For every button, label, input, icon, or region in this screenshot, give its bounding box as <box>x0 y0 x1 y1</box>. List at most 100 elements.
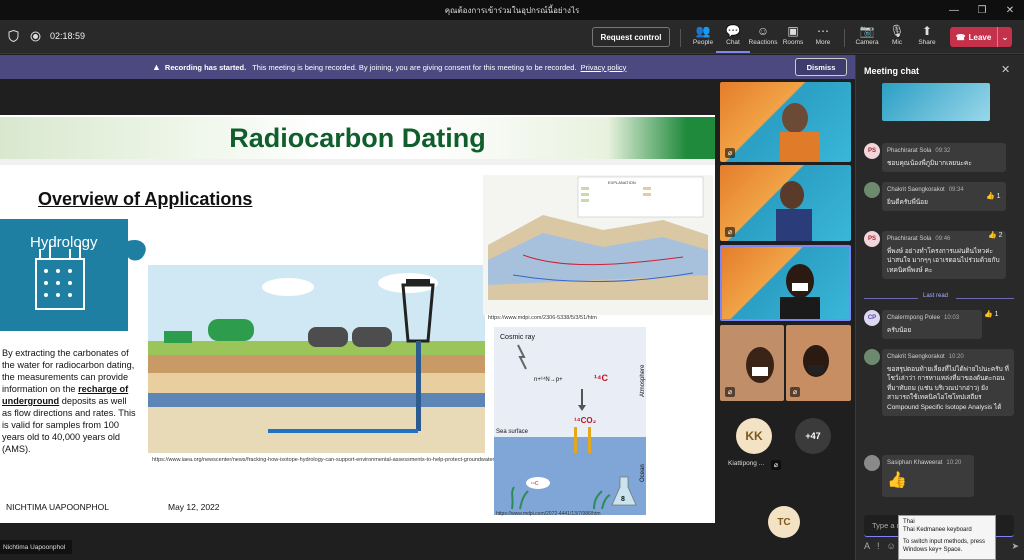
chat-header: Meeting chat <box>864 66 920 76</box>
rooms-label: Rooms <box>782 39 804 46</box>
share-label: Share <box>918 39 936 46</box>
chat-message: PS Phachirarat Sola 09:46 พี่พงษ์ อย่างทำ… <box>864 231 1014 279</box>
cosmic-ray-label: Cosmic ray <box>500 334 536 341</box>
like-reaction[interactable]: 👍 1 <box>986 192 1001 200</box>
phone-hangup-icon: ☎ <box>955 32 966 42</box>
participant-avatar-kk[interactable]: KK <box>736 418 772 454</box>
send-icon[interactable]: ➤ <box>1011 541 1019 552</box>
participant-video-tile[interactable]: ⌀ <box>786 325 851 401</box>
recording-consent-text: This meeting is being recorded. By joini… <box>252 62 577 72</box>
more-button[interactable]: ⋯ More <box>806 23 840 53</box>
more-participants-button[interactable]: +47 <box>795 418 831 454</box>
tooltip-keyboard: Thai Kedmanee keyboard <box>903 527 972 533</box>
message-text: ยินดีครับพี่น้อย <box>887 198 928 206</box>
sender-name: Sasiphan Khaweerat <box>887 460 943 466</box>
iaea-caption: https://www.iaea.org/newscenter/news/fra… <box>152 457 495 463</box>
recording-banner: ▲ Recording has started. This meeting is… <box>0 55 855 79</box>
avatar[interactable] <box>864 455 880 471</box>
dismiss-button[interactable]: Dismiss <box>795 58 847 76</box>
chat-message: PS Phachirarat Sola 09:32 ชอบคุณน้องพี่ภู… <box>864 143 1014 172</box>
shared-image-thumbnail[interactable] <box>882 83 990 121</box>
exclamation-icon[interactable]: ! <box>877 541 880 552</box>
request-control-button[interactable]: Request control <box>592 27 670 47</box>
message-time: 09:34 <box>948 187 964 193</box>
shared-screen-stage: Radiocarbon Dating Overview of Applicati… <box>0 79 718 544</box>
mdpi-cycle-caption: https://www.mdpi.com/2072-4441/13/7/986/… <box>496 511 601 517</box>
message-text: พี่พงษ์ อย่างทำโครงการแผ่นดินไหวค่ะ น่าส… <box>887 247 1000 274</box>
input-method-tooltip: Thai Thai Kedmanee keyboard To switch in… <box>898 515 996 560</box>
sender-name: Phachirarat Sola <box>887 148 932 154</box>
message-bubble[interactable]: Chakrit Saengkorakot 10:20 ขอสรุปตอนท้ายเ… <box>882 349 1014 416</box>
chat-label: Chat <box>726 39 740 46</box>
maximize-button[interactable]: ❐ <box>968 0 996 20</box>
close-window-button[interactable]: ✕ <box>996 0 1024 20</box>
chat-icon: 💬 <box>725 24 741 38</box>
shield-icon[interactable] <box>6 29 20 43</box>
mic-off-icon: ⌀ <box>771 460 781 470</box>
reactions-button[interactable]: ☺ Reactions <box>746 23 780 53</box>
mic-off-icon: ⌀ <box>725 227 735 237</box>
c14-label: ¹⁴C <box>594 373 608 383</box>
more-label: More <box>815 39 831 46</box>
participant-video-column: ⌀ ⌀ ⌀ ⌀ KK Kiattipong ... ⌀ +47 TC <box>718 79 855 560</box>
close-icon[interactable]: ✕ <box>1001 63 1010 76</box>
participant-video-tile-active-speaker[interactable] <box>720 245 851 321</box>
camera-button[interactable]: 📷 Camera <box>850 23 884 53</box>
participant-video <box>780 264 820 319</box>
fish-c14-label: ¹⁴C <box>531 481 539 487</box>
chevron-down-icon[interactable]: ⌄ <box>998 33 1012 42</box>
record-icon <box>28 29 42 43</box>
emoji-icon[interactable]: ☺ <box>887 541 896 552</box>
chat-message: Chakrit Saengkorakot 10:20 ขอสรุปตอนท้ายเ… <box>864 349 1014 439</box>
format-icon[interactable]: A <box>864 541 870 552</box>
sender-name: Phachirarat Sola <box>887 236 932 242</box>
sender-name: Chalermpong Polee <box>887 315 941 321</box>
tooltip-language: Thai <box>903 519 915 525</box>
message-bubble[interactable]: Sasiphan Khaweerat 10:20 👍 <box>882 455 974 497</box>
message-time: 09:46 <box>935 236 951 242</box>
more-icon: ⋯ <box>817 24 829 38</box>
message-time: 10:20 <box>946 460 962 466</box>
mic-off-icon: ⌀ <box>725 148 735 158</box>
participant-video-tile[interactable]: ⌀ <box>720 82 851 162</box>
message-text: ชอบคุณน้องพี่ภูมิมากเลยนะคะ <box>887 159 972 167</box>
chat-button[interactable]: 💬 Chat <box>716 23 750 53</box>
hydrology-puzzle-graphic: Hydrology <box>0 219 146 331</box>
last-read-divider: Last read <box>864 293 1014 303</box>
minimize-button[interactable]: — <box>940 0 968 20</box>
chat-message: CP Chalermpong Polee 10:03 ครับน้อย 👍 1 <box>864 310 1014 339</box>
participant-video-tile[interactable]: ⌀ <box>720 165 851 241</box>
presenter-name-chip: Nichtima Uapoonphol <box>0 540 72 554</box>
overview-heading: Overview of Applications <box>38 189 253 209</box>
ocean-label: Ocean <box>640 464 646 482</box>
carbon14-cycle-diagram: Cosmic ray n+¹⁴N→p+ ¹⁴C ¹⁴CO₂ Sea surfac… <box>494 327 646 515</box>
mic-label: Mic <box>891 39 903 46</box>
message-bubble[interactable]: Phachirarat Sola 09:32 ชอบคุณน้องพี่ภูมิม… <box>882 143 1006 172</box>
people-button[interactable]: 👥 People <box>686 23 720 53</box>
reactions-icon: ☺ <box>756 24 770 38</box>
participant-video-tile[interactable]: ⌀ <box>720 325 784 401</box>
privacy-policy-link[interactable]: Privacy policy <box>581 63 627 72</box>
co2-label: ¹⁴CO₂ <box>574 416 597 425</box>
flask-number: 8 <box>621 496 625 503</box>
participant-avatar-tc[interactable]: TC <box>768 506 800 538</box>
avatar[interactable]: PS <box>864 143 880 159</box>
like-reaction[interactable]: 👍 1 <box>984 310 999 318</box>
rooms-button[interactable]: ▣ Rooms <box>776 23 810 53</box>
avatar[interactable] <box>864 349 880 365</box>
aquifer-diagram: EXPLANATION <box>483 175 713 315</box>
mic-button[interactable]: 🎙 Mic <box>880 23 914 53</box>
mic-off-icon: ⌀ <box>725 387 735 397</box>
slide-footer-name: NICHTIMA UAPOONPHOL <box>6 502 109 512</box>
share-button[interactable]: ⬆ Share <box>910 23 944 53</box>
message-bubble[interactable]: Chalermpong Polee 10:03 ครับน้อย <box>882 310 982 339</box>
mic-icon: 🎙 <box>889 24 905 38</box>
avatar[interactable] <box>864 182 880 198</box>
like-reaction[interactable]: 👍 2 <box>988 231 1003 239</box>
avatar[interactable]: CP <box>864 310 880 326</box>
message-time: 09:32 <box>935 148 951 154</box>
leave-button[interactable]: ☎ Leave ⌄ <box>950 27 1012 47</box>
avatar[interactable]: PS <box>864 231 880 247</box>
participant-video <box>776 181 812 241</box>
message-text: ขอสรุปตอนท้ายเลี่ยงที่ไม่ได้พ่ายไปนะครับ… <box>887 365 1009 411</box>
